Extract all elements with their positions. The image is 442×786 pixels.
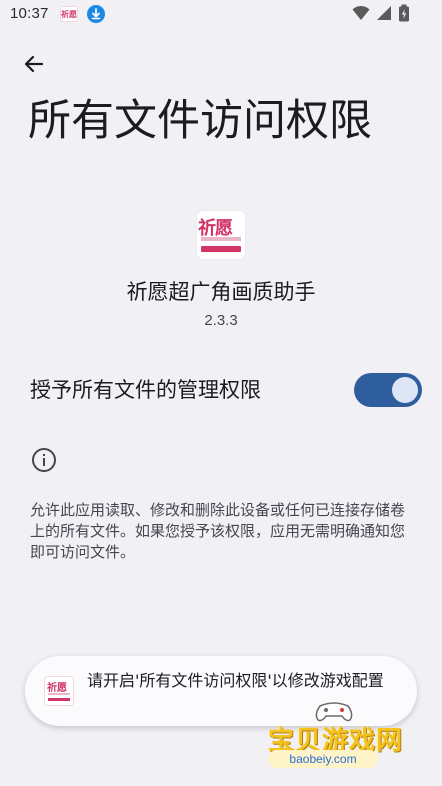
app-icon-line — [201, 237, 241, 241]
toast-app-icon-bar — [48, 698, 70, 701]
status-time: 10:37 — [10, 5, 49, 22]
wifi-icon — [352, 5, 370, 25]
toast-text: 请开启'所有文件访问权限'以修改游戏配置 — [87, 671, 384, 690]
status-icons — [352, 4, 410, 26]
gamepad-icon — [315, 702, 353, 722]
battery-charging-icon — [398, 4, 410, 26]
toast-app-icon-line — [48, 693, 70, 695]
page-title: 所有文件访问权限 — [28, 96, 372, 146]
download-icon — [87, 5, 105, 23]
permission-row[interactable]: 授予所有文件的管理权限 — [0, 365, 442, 415]
app-notification-icon: 祈愿 — [60, 6, 78, 22]
info-icon — [31, 447, 57, 473]
permission-label: 授予所有文件的管理权限 — [30, 378, 261, 402]
back-button[interactable] — [18, 50, 50, 78]
toast-app-icon-text: 祈愿 — [47, 683, 67, 694]
watermark-url: baobeiy.com — [289, 752, 357, 766]
cell-signal-icon — [376, 5, 392, 25]
toast-app-icon: 祈愿 — [45, 677, 73, 705]
status-bar: 10:37 祈愿 — [0, 0, 442, 30]
permission-description: 允许此应用读取、修改和删除此设备或任何已连接存储卷上的所有文件。如果您授予该权限… — [30, 501, 406, 561]
arrow-left-icon — [24, 55, 44, 73]
toggle-thumb — [392, 377, 418, 403]
app-icon-bar — [201, 246, 241, 252]
permission-toggle[interactable] — [354, 373, 422, 407]
app-name: 祈愿超广角画质助手 — [126, 280, 316, 304]
app-version: 2.3.3 — [204, 312, 238, 329]
app-icon: 祈愿 — [197, 211, 245, 259]
watermark: 宝贝游戏网 baobeiy.com — [262, 700, 422, 772]
